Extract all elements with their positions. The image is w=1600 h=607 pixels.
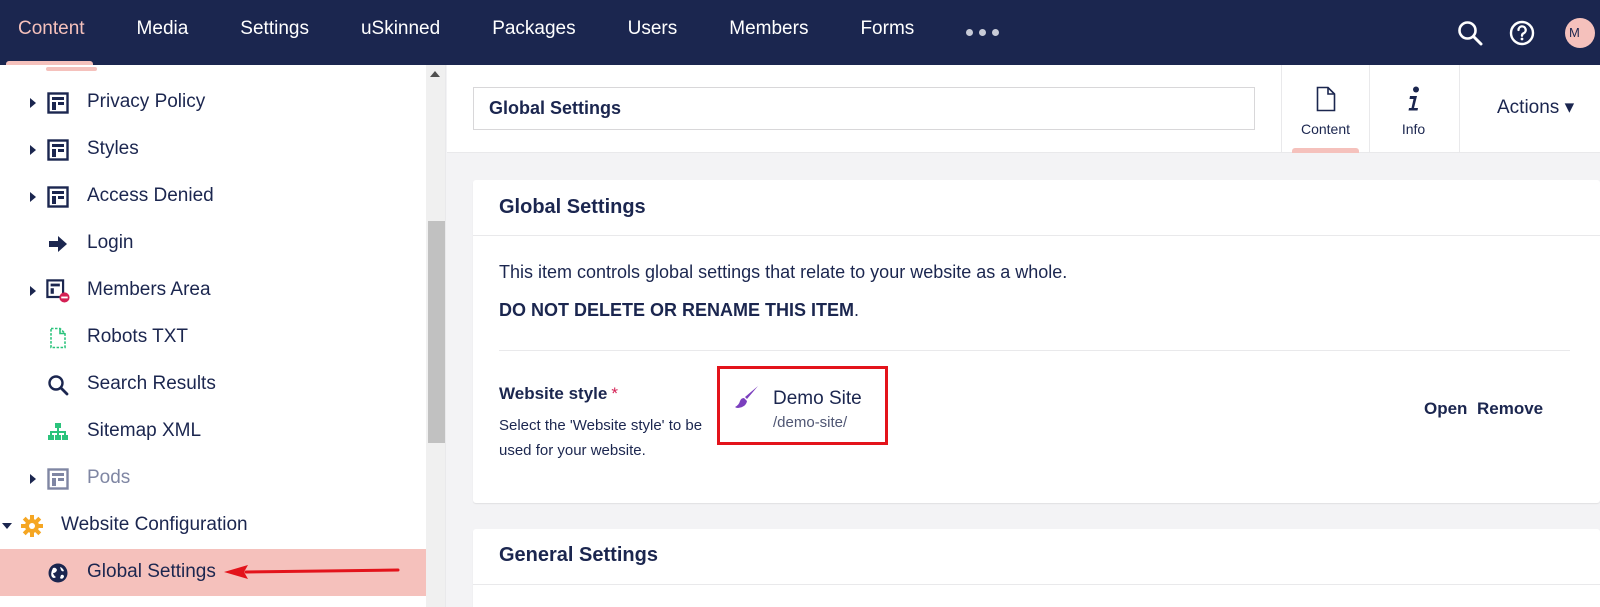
panel-title: General Settings <box>499 544 658 566</box>
nav-media[interactable]: Media <box>111 0 215 65</box>
tree-item-label: Members Area <box>87 279 211 300</box>
panel-divider <box>473 235 1600 236</box>
caret-right-icon[interactable] <box>28 145 38 155</box>
actions-button[interactable]: Actions ▾ <box>1459 65 1600 153</box>
remove-button[interactable]: Remove <box>1477 399 1543 419</box>
panel-description: This item controls global settings that … <box>499 262 1068 282</box>
global-settings-panel: Global Settings This item controls globa… <box>473 180 1600 503</box>
document-icon <box>46 326 70 350</box>
tab-label: Info <box>1401 121 1426 137</box>
tab-content[interactable]: Content <box>1281 65 1369 153</box>
tree-item-website-configuration[interactable]: Website Configuration <box>0 502 426 549</box>
node-name-input[interactable] <box>473 87 1255 130</box>
required-mark: * <box>611 384 618 403</box>
gear-icon <box>20 514 44 538</box>
chevron-down-icon: ▾ <box>1559 97 1575 118</box>
protected-page-icon <box>46 279 70 303</box>
tree-item-members-area[interactable]: Members Area <box>0 267 426 314</box>
sitemap-icon <box>46 420 70 444</box>
caret-right-icon[interactable] <box>28 192 38 202</box>
general-settings-panel: General Settings <box>473 529 1600 607</box>
tree-item-privacy-policy[interactable]: Privacy Policy <box>0 79 426 126</box>
tree-item-styles[interactable]: Styles <box>0 126 426 173</box>
caret-right-icon[interactable] <box>28 286 38 296</box>
page-layout-icon <box>46 467 70 491</box>
tree-item-label: Sitemap XML <box>87 420 202 441</box>
tree-item-label: Login <box>87 232 134 253</box>
globe-icon <box>46 561 70 585</box>
help-icon[interactable] <box>1496 0 1548 65</box>
content-tree-sidebar: Privacy Policy Styles Access Denied Logi… <box>0 65 446 607</box>
tree-item-label: Website Configuration <box>61 514 248 535</box>
tree-item-label: Search Results <box>87 373 216 394</box>
property-description: Select the 'Website style' to be used fo… <box>499 417 703 459</box>
actions-label: Actions <box>1497 97 1560 118</box>
tree-item-label: Pods <box>87 467 131 488</box>
tree-item-sitemap-xml[interactable]: Sitemap XML <box>0 408 426 455</box>
nav-users[interactable]: Users <box>602 0 704 65</box>
property-divider <box>499 350 1570 351</box>
scroll-up-arrow-icon[interactable] <box>430 71 440 77</box>
open-button[interactable]: Open <box>1424 399 1467 419</box>
tree-item-login[interactable]: Login <box>0 220 426 267</box>
ellipsis-icon[interactable] <box>940 0 1025 65</box>
document-icon <box>1316 85 1336 113</box>
nav-members[interactable]: Members <box>703 0 834 65</box>
tree-item-label: Privacy Policy <box>87 91 206 112</box>
top-utility-icons: M <box>1444 0 1600 65</box>
caret-right-icon[interactable] <box>28 98 38 108</box>
tree-item-label: Robots TXT <box>87 326 189 347</box>
user-avatar[interactable]: M <box>1548 0 1600 65</box>
caret-right-icon[interactable] <box>28 474 38 484</box>
property-label: Website style * <box>499 384 618 404</box>
tree-item-pods[interactable]: Pods <box>0 455 426 502</box>
nav-uskinned[interactable]: uSkinned <box>335 0 466 65</box>
warning-text: DO NOT DELETE OR RENAME THIS ITEM <box>499 300 855 320</box>
paintbrush-icon <box>735 386 758 408</box>
arrow-right-icon <box>46 232 70 256</box>
caret-down-icon[interactable] <box>2 521 12 531</box>
tree-item-label: Access Denied <box>87 185 214 206</box>
tree-item-label: Global Settings <box>87 561 216 582</box>
page-layout-icon <box>46 185 70 209</box>
tab-label: Content <box>1300 121 1351 137</box>
website-style-picker-item[interactable]: Demo Site /demo-site/ <box>717 366 888 445</box>
top-navigation-bar: Content Media Settings uSkinned Packages… <box>0 0 1600 65</box>
tree-item-search-results[interactable]: Search Results <box>0 361 426 408</box>
picked-item-name: Demo Site <box>773 388 862 409</box>
nav-settings[interactable]: Settings <box>214 0 335 65</box>
property-label-text: Website style <box>499 384 608 403</box>
panel-divider <box>473 584 1600 585</box>
tree-item-robots-txt[interactable]: Robots TXT <box>0 314 426 361</box>
panel-title: Global Settings <box>499 196 646 218</box>
tree-item-label: Styles <box>87 138 139 159</box>
panel-warning: DO NOT DELETE OR RENAME THIS ITEM. <box>499 300 859 321</box>
section-nav: Content Media Settings uSkinned Packages… <box>0 0 1025 65</box>
page-layout-icon <box>46 91 70 115</box>
picked-item-url: /demo-site/ <box>773 414 848 431</box>
tree-item-access-denied[interactable]: Access Denied <box>0 173 426 220</box>
partially-visible-tree-item <box>46 65 106 71</box>
tab-info[interactable]: Info <box>1369 65 1457 153</box>
search-icon[interactable] <box>1444 0 1496 65</box>
nav-content[interactable]: Content <box>0 0 111 65</box>
nav-forms[interactable]: Forms <box>834 0 940 65</box>
avatar: M <box>1565 17 1595 48</box>
page-layout-icon <box>46 138 70 162</box>
nav-packages[interactable]: Packages <box>466 0 601 65</box>
annotation-arrow-icon <box>224 565 400 579</box>
search-icon <box>46 373 70 397</box>
info-icon <box>1406 85 1422 113</box>
sidebar-scrollbar-thumb[interactable] <box>428 221 445 443</box>
warning-suffix: . <box>854 300 860 320</box>
